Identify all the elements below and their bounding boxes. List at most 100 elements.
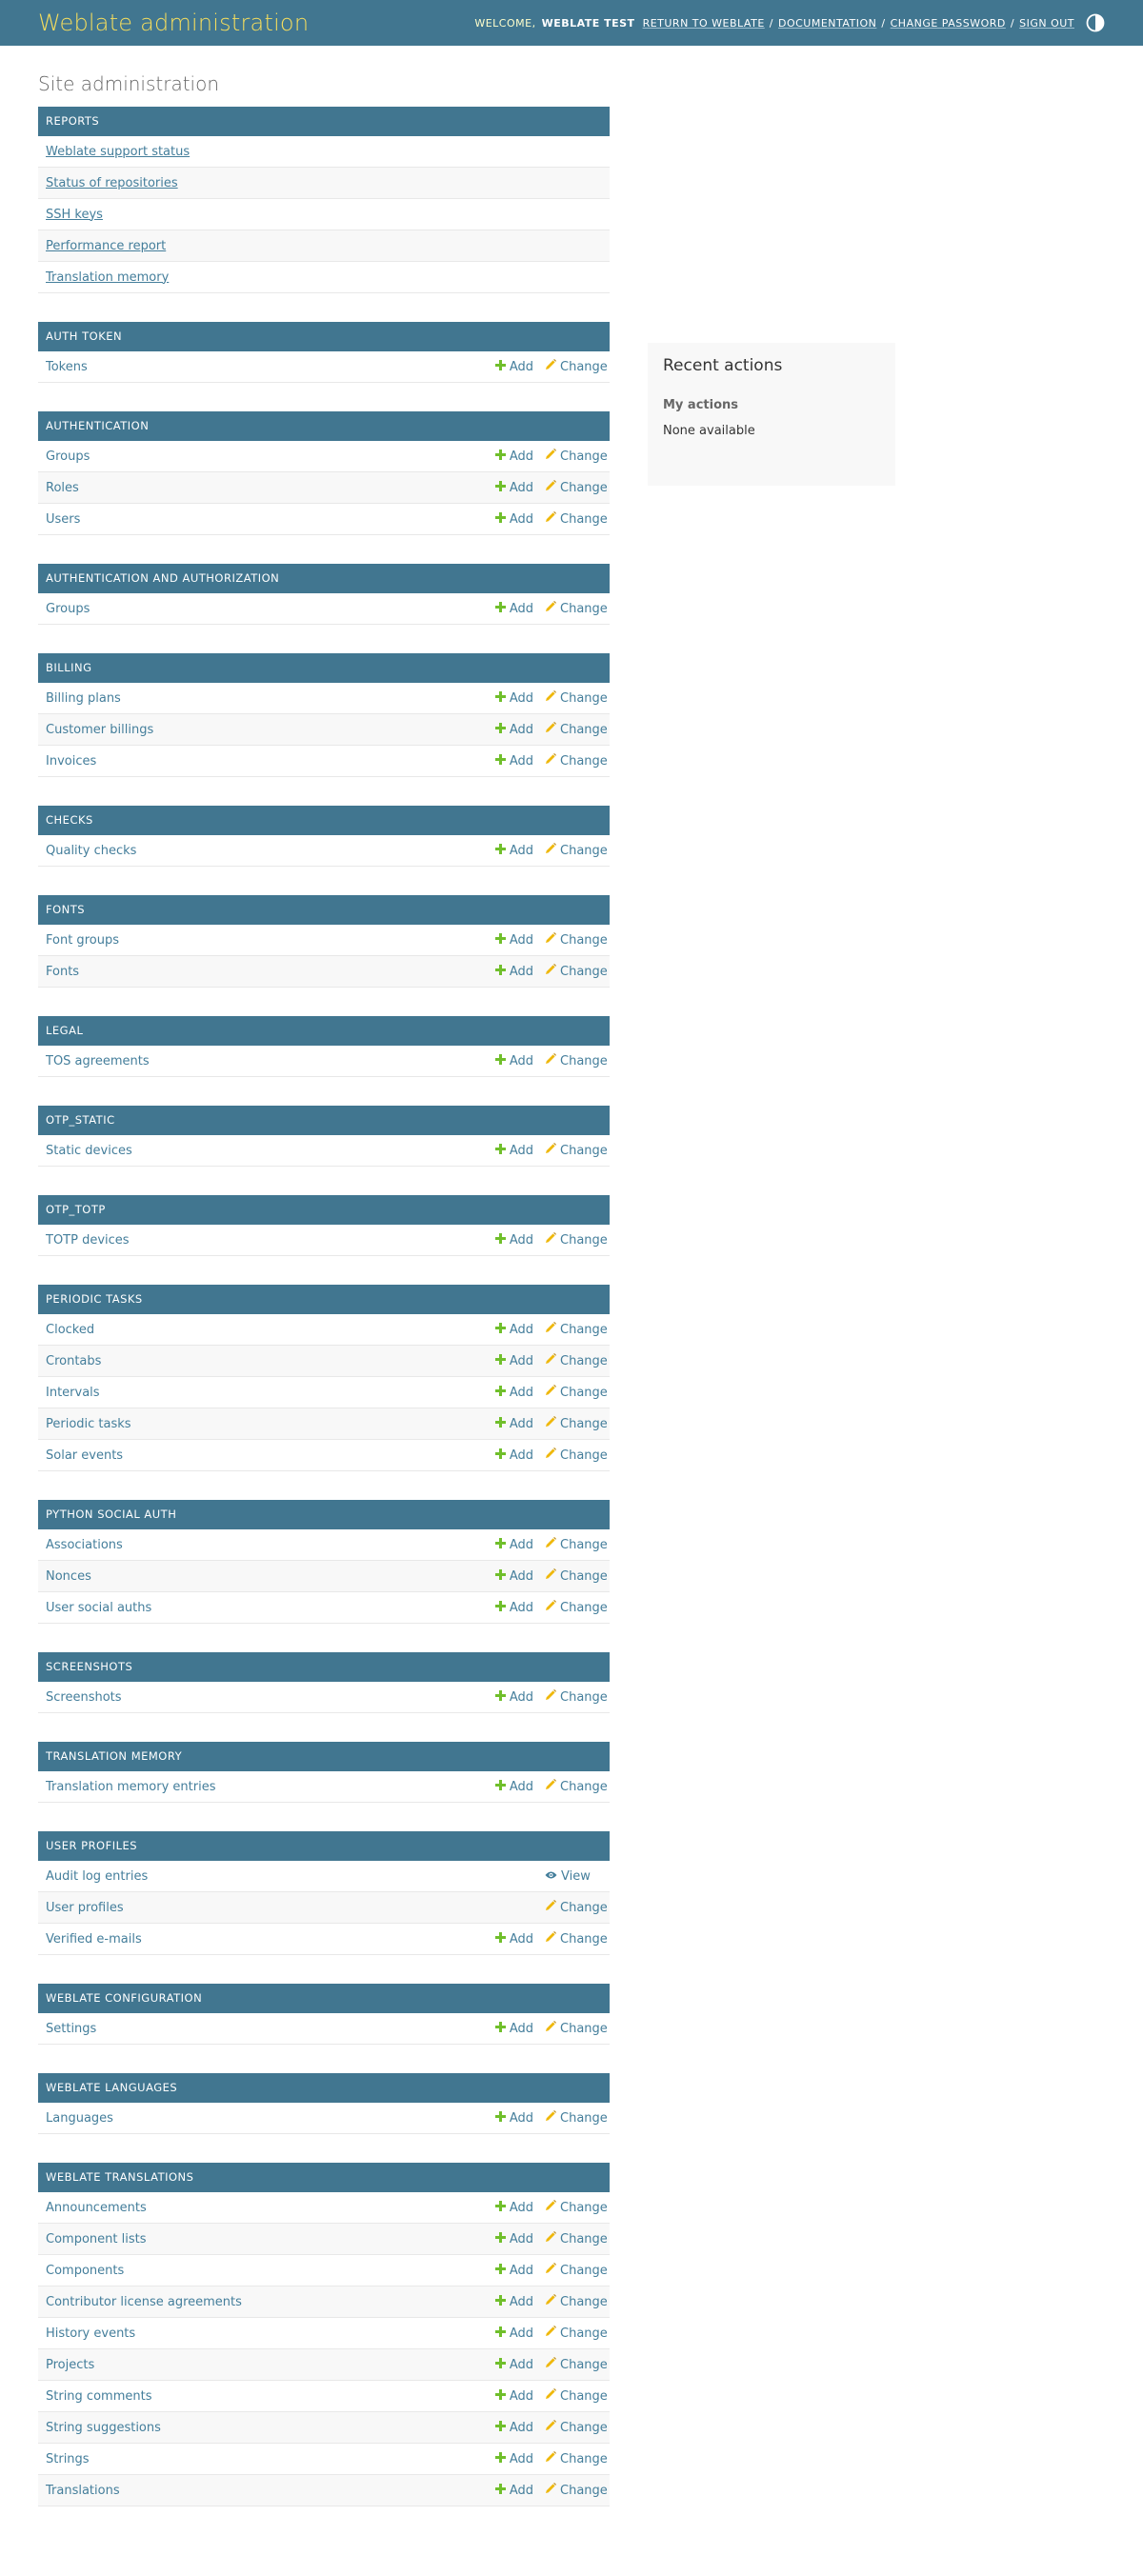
add-button[interactable]: Add (494, 1053, 533, 1068)
change-button[interactable]: Change (545, 1322, 608, 1337)
model-link-components[interactable]: Components (46, 2264, 486, 2278)
module-caption[interactable]: Weblate Languages (38, 2073, 610, 2103)
model-link-audit-log-entries[interactable]: Audit log entries (46, 1869, 486, 1884)
model-link-tokens[interactable]: Tokens (46, 360, 486, 374)
add-button[interactable]: Add (494, 2021, 533, 2036)
change-button[interactable]: Change (545, 1143, 608, 1158)
module-caption[interactable]: Weblate Translations (38, 2163, 610, 2192)
model-link-string-suggestions[interactable]: String suggestions (46, 2421, 486, 2435)
report-link-repositories[interactable]: Status of repositories (46, 176, 602, 190)
change-button[interactable]: Change (545, 1232, 608, 1248)
change-password-link[interactable]: Change password (891, 17, 1006, 30)
model-link-user-profiles[interactable]: User profiles (46, 1901, 486, 1915)
change-button[interactable]: Change (545, 2388, 608, 2404)
site-branding[interactable]: Weblate administration (38, 10, 309, 36)
add-button[interactable]: Add (494, 1931, 533, 1947)
model-link-user-social-auths[interactable]: User social auths (46, 1601, 486, 1615)
model-link-tos-agreements[interactable]: TOS agreements (46, 1054, 486, 1068)
add-button[interactable]: Add (494, 722, 533, 737)
view-button[interactable]: View (545, 1869, 591, 1884)
change-button[interactable]: Change (545, 1448, 608, 1463)
module-caption[interactable]: Billing (38, 653, 610, 683)
model-link-customer-billings[interactable]: Customer billings (46, 723, 486, 737)
add-button[interactable]: Add (494, 843, 533, 858)
documentation-link[interactable]: Documentation (778, 17, 876, 30)
add-button[interactable]: Add (494, 1322, 533, 1337)
sign-out-link[interactable]: Sign out (1019, 17, 1074, 30)
module-caption[interactable]: Weblate Configuration (38, 1984, 610, 2013)
add-button[interactable]: Add (494, 1600, 533, 1615)
add-button[interactable]: Add (494, 2263, 533, 2278)
change-button[interactable]: Change (545, 1385, 608, 1400)
add-button[interactable]: Add (494, 1416, 533, 1431)
report-link-ssh-keys[interactable]: SSH keys (46, 208, 602, 222)
add-button[interactable]: Add (494, 1385, 533, 1400)
add-button[interactable]: Add (494, 2294, 533, 2309)
model-link-periodic-tasks[interactable]: Periodic tasks (46, 1417, 486, 1431)
model-link-screenshots[interactable]: Screenshots (46, 1690, 486, 1705)
model-link-groups[interactable]: Groups (46, 602, 486, 616)
model-link-component-lists[interactable]: Component lists (46, 2232, 486, 2247)
module-caption[interactable]: Authentication and Authorization (38, 564, 610, 593)
change-button[interactable]: Change (545, 2294, 608, 2309)
change-button[interactable]: Change (545, 690, 608, 706)
change-button[interactable]: Change (545, 2021, 608, 2036)
model-link-languages[interactable]: Languages (46, 2111, 486, 2126)
report-link-performance[interactable]: Performance report (46, 239, 602, 253)
model-link-intervals[interactable]: Intervals (46, 1386, 486, 1400)
change-button[interactable]: Change (545, 1900, 608, 1915)
change-button[interactable]: Change (545, 2357, 608, 2372)
add-button[interactable]: Add (494, 2326, 533, 2341)
add-button[interactable]: Add (494, 932, 533, 948)
add-button[interactable]: Add (494, 449, 533, 464)
add-button[interactable]: Add (494, 2231, 533, 2247)
add-button[interactable]: Add (494, 2451, 533, 2466)
add-button[interactable]: Add (494, 1143, 533, 1158)
add-button[interactable]: Add (494, 2357, 533, 2372)
add-button[interactable]: Add (494, 511, 533, 527)
model-link-contributor-license-agreements[interactable]: Contributor license agreements (46, 2295, 486, 2309)
module-caption[interactable]: OTP_TOTP (38, 1195, 610, 1225)
change-button[interactable]: Change (545, 1053, 608, 1068)
add-button[interactable]: Add (494, 2110, 533, 2126)
add-button[interactable]: Add (494, 1232, 533, 1248)
model-link-roles[interactable]: Roles (46, 481, 486, 495)
add-button[interactable]: Add (494, 1779, 533, 1794)
change-button[interactable]: Change (545, 1353, 608, 1368)
change-button[interactable]: Change (545, 2231, 608, 2247)
model-link-translation-memory-entries[interactable]: Translation memory entries (46, 1780, 486, 1794)
model-link-billing-plans[interactable]: Billing plans (46, 691, 486, 706)
contrast-icon[interactable] (1086, 13, 1105, 32)
module-caption[interactable]: Legal (38, 1016, 610, 1046)
change-button[interactable]: Change (545, 2420, 608, 2435)
add-button[interactable]: Add (494, 2483, 533, 2498)
change-button[interactable]: Change (545, 843, 608, 858)
change-button[interactable]: Change (545, 2110, 608, 2126)
model-link-verified-e-mails[interactable]: Verified e-mails (46, 1932, 486, 1947)
model-link-fonts[interactable]: Fonts (46, 965, 486, 979)
module-caption[interactable]: Python Social Auth (38, 1500, 610, 1529)
add-button[interactable]: Add (494, 1448, 533, 1463)
module-caption[interactable]: Translation Memory (38, 1742, 610, 1771)
change-button[interactable]: Change (545, 601, 608, 616)
add-button[interactable]: Add (494, 690, 533, 706)
change-button[interactable]: Change (545, 932, 608, 948)
change-button[interactable]: Change (545, 2326, 608, 2341)
module-caption[interactable]: Auth Token (38, 322, 610, 351)
change-button[interactable]: Change (545, 1779, 608, 1794)
change-button[interactable]: Change (545, 1416, 608, 1431)
model-link-settings[interactable]: Settings (46, 2022, 486, 2036)
model-link-crontabs[interactable]: Crontabs (46, 1354, 486, 1368)
change-button[interactable]: Change (545, 1600, 608, 1615)
module-caption[interactable]: Screenshots (38, 1652, 610, 1682)
model-link-clocked[interactable]: Clocked (46, 1323, 486, 1337)
add-button[interactable]: Add (494, 1568, 533, 1584)
add-button[interactable]: Add (494, 964, 533, 979)
model-link-font-groups[interactable]: Font groups (46, 933, 486, 948)
module-caption[interactable]: Authentication (38, 411, 610, 441)
change-button[interactable]: Change (545, 1689, 608, 1705)
change-button[interactable]: Change (545, 2451, 608, 2466)
model-link-users[interactable]: Users (46, 512, 486, 527)
change-button[interactable]: Change (545, 1931, 608, 1947)
add-button[interactable]: Add (494, 480, 533, 495)
